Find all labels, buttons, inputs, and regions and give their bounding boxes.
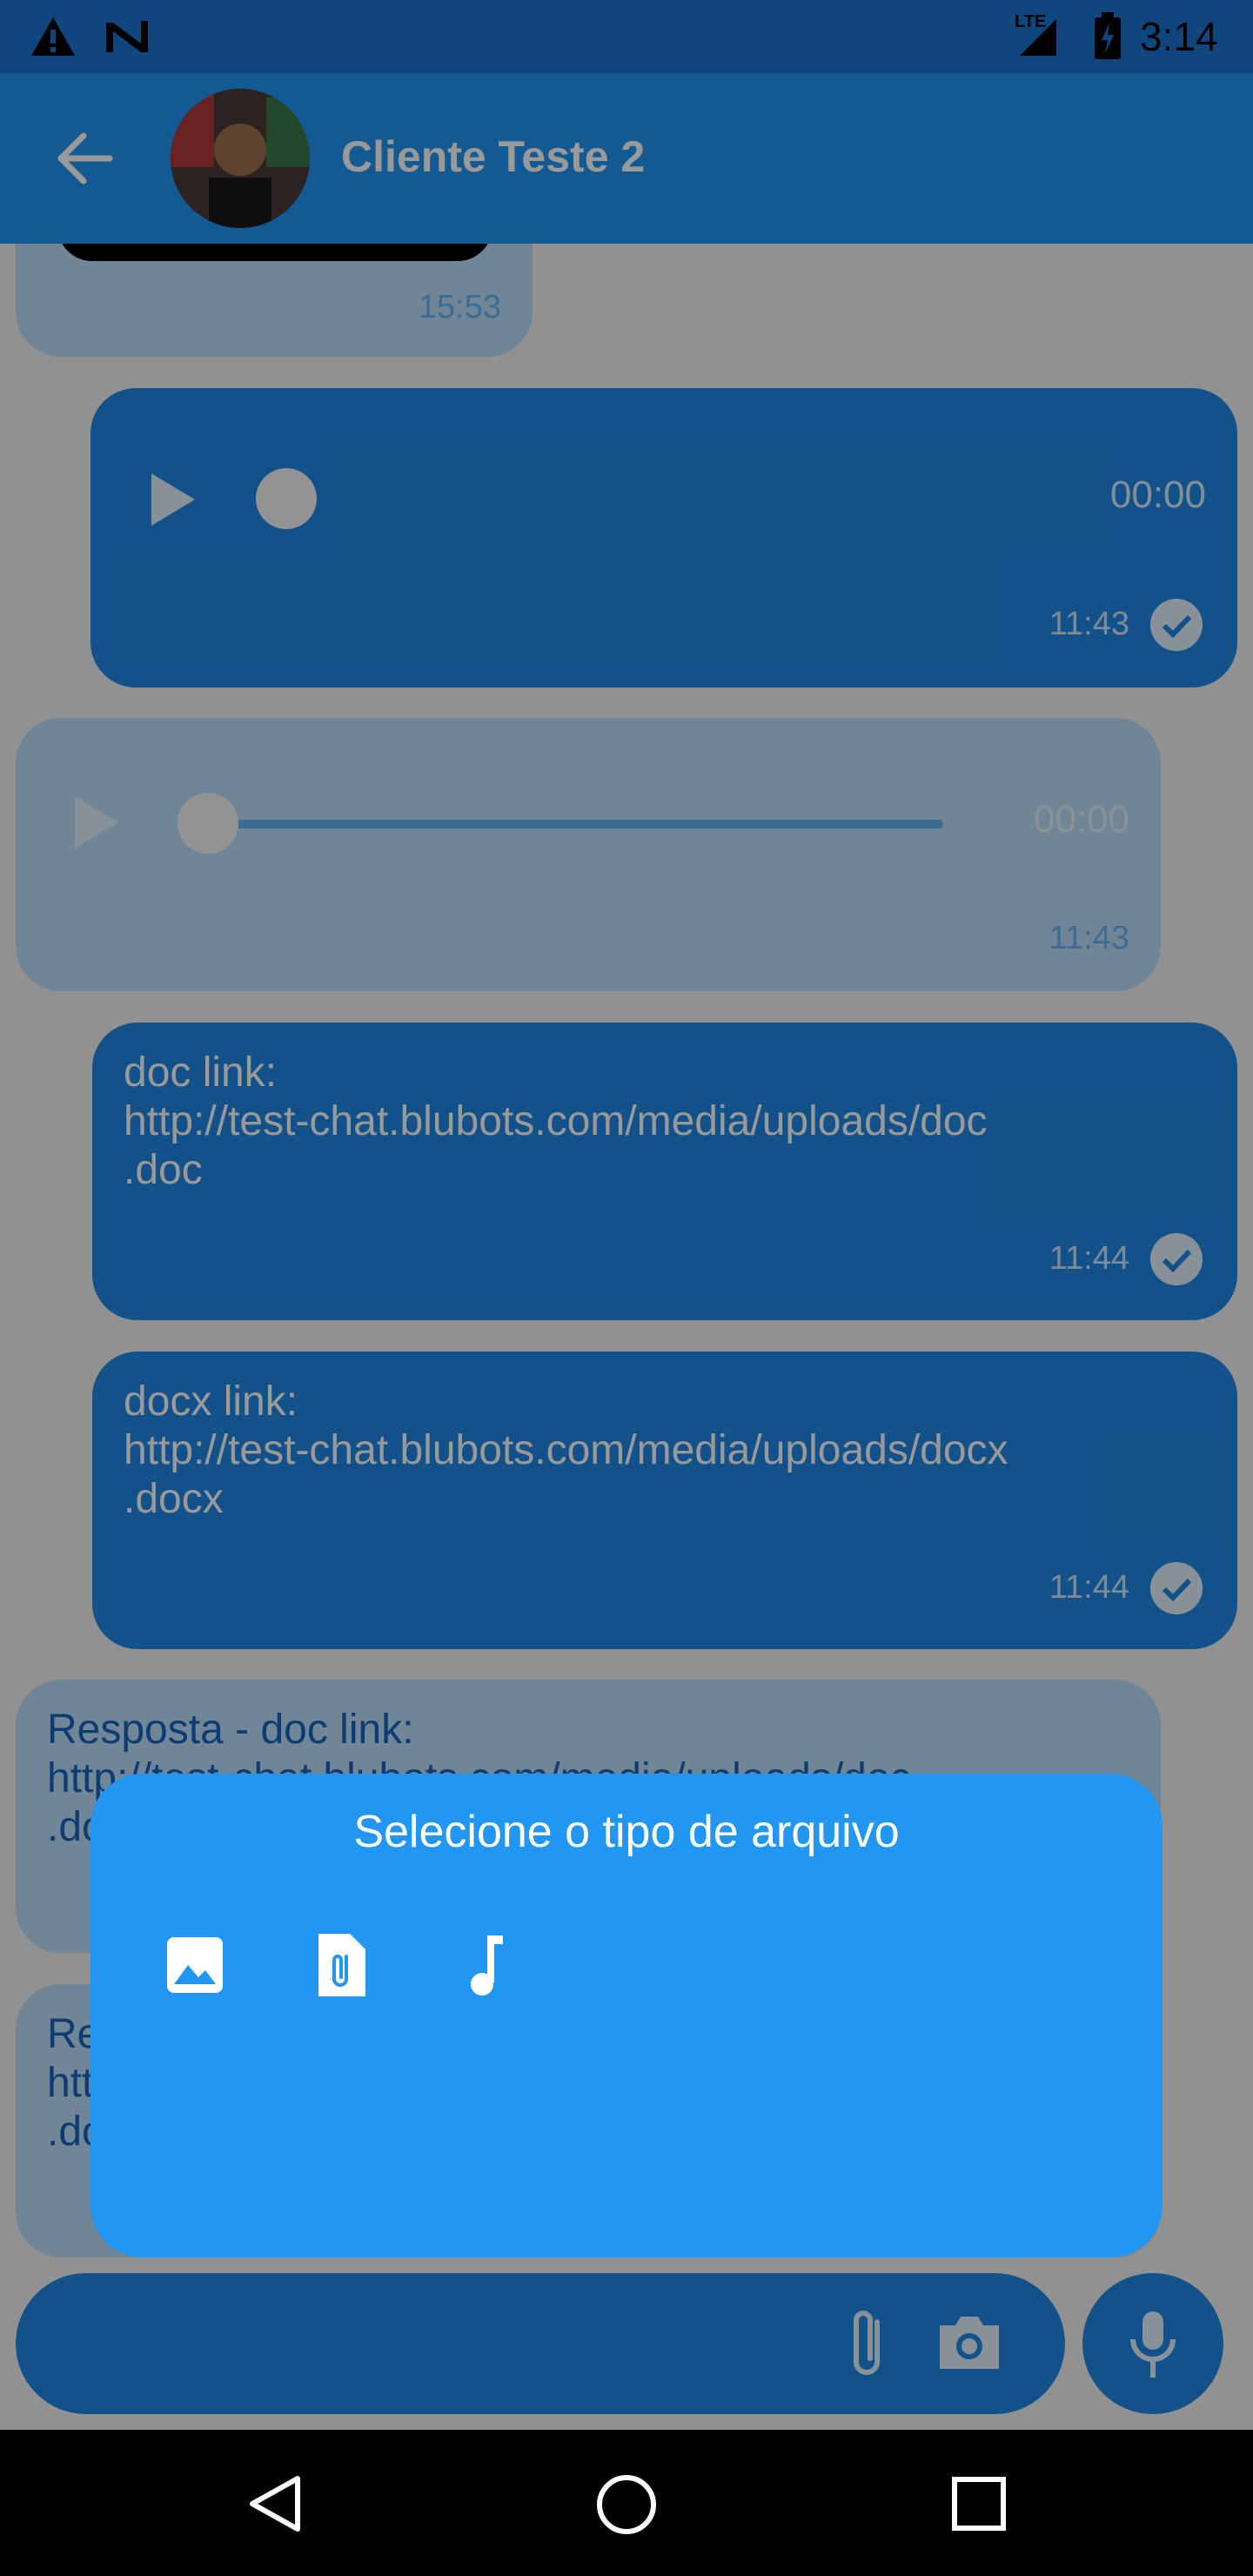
nav-back-icon[interactable] [245,2473,303,2534]
image-icon[interactable] [160,1930,230,2000]
document-attachment-icon[interactable] [306,1930,376,2000]
nav-home-icon[interactable] [595,2473,658,2536]
system-nav-bar [0,2430,1253,2576]
file-type-dialog-title: Selecione o tipo de arquivo [353,1807,900,1857]
music-note-icon[interactable] [452,1930,522,2000]
nav-recents-icon[interactable] [950,2475,1008,2532]
